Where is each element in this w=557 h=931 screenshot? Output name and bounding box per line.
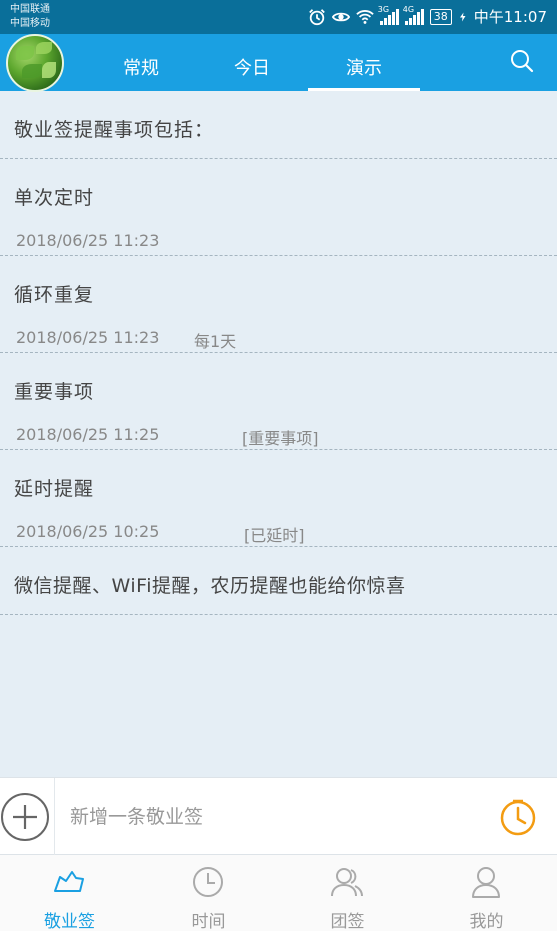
battery-icon: 38 (429, 8, 452, 25)
list-item[interactable]: 单次定时 2018/06/25 11:23 (0, 159, 557, 256)
signal-4g-icon: 4G (403, 5, 424, 25)
item-date: 2018/06/25 10:25 (16, 522, 160, 541)
nav-time[interactable]: 时间 (139, 855, 278, 931)
carrier-info: 中国联通 中国移动 (10, 3, 50, 31)
new-note-input[interactable] (70, 802, 470, 832)
item-title: 延时提醒 (14, 478, 95, 500)
add-icon[interactable] (0, 792, 50, 842)
search-icon[interactable] (509, 48, 535, 74)
list-item[interactable]: 循环重复 2018/06/25 11:23 每1天 (0, 256, 557, 353)
item-title: 重要事项 (14, 381, 95, 403)
clock-time: 中午11:07 (473, 8, 547, 26)
signal-3g-icon: 3G (378, 5, 399, 25)
item-date: 2018/06/25 11:23 (16, 328, 160, 347)
item-title: 循环重复 (14, 284, 95, 306)
tab-demo[interactable]: 演示 (308, 56, 420, 91)
alarm-icon (308, 8, 325, 25)
clock-icon (193, 867, 223, 897)
item-repeat-tag: 每1天 (194, 332, 237, 351)
nav-label: 时间 (191, 912, 226, 931)
item-date: 2018/06/25 11:25 (16, 425, 160, 444)
divider (54, 778, 55, 856)
group-icon (331, 868, 363, 897)
nav-group[interactable]: 团签 (278, 855, 417, 931)
person-icon (472, 867, 500, 898)
bottom-nav: 敬业签 时间 团签 我的 (0, 855, 557, 931)
item-delayed-tag: [已延时] (244, 526, 305, 545)
eye-icon (331, 12, 350, 21)
carrier-2: 中国移动 (10, 18, 50, 29)
list-item[interactable]: 延时提醒 2018/06/25 10:25 [已延时] (0, 450, 557, 547)
nav-label: 敬业签 (44, 912, 95, 931)
new-note-bar (0, 777, 557, 856)
reminder-list: 敬业签提醒事项包括： 单次定时 2018/06/25 11:23 循环重复 20… (0, 91, 557, 615)
app-header: 常规 今日 演示 (0, 34, 557, 92)
nav-label: 我的 (469, 912, 504, 931)
list-item[interactable]: 重要事项 2018/06/25 11:25 [重要事项] (0, 353, 557, 450)
reminder-clock-icon[interactable] (499, 799, 537, 837)
status-icons: 3G 4G 38 中午11:07 (308, 5, 547, 27)
tab-today[interactable]: 今日 (196, 56, 308, 91)
charging-icon (459, 12, 466, 21)
carrier-1: 中国联通 (10, 4, 50, 15)
status-bar: 中国联通 中国移动 3G 4G 38 中午11:07 (0, 0, 557, 34)
nav-jingyeqian[interactable]: 敬业签 (0, 855, 139, 931)
item-important-tag: [重要事项] (242, 429, 319, 448)
intro-row: 敬业签提醒事项包括： (0, 91, 557, 159)
list-item[interactable]: 微信提醒、WiFi提醒，农历提醒也能给你惊喜 (0, 547, 557, 615)
nav-mine[interactable]: 我的 (417, 855, 556, 931)
item-title: 单次定时 (14, 187, 95, 209)
note-icon (54, 871, 84, 892)
nav-label: 团签 (330, 912, 365, 931)
wifi-icon (356, 9, 374, 24)
intro-text: 敬业签提醒事项包括： (14, 119, 215, 141)
item-title: 微信提醒、WiFi提醒，农历提醒也能给你惊喜 (14, 575, 406, 597)
tab-general[interactable]: 常规 (85, 56, 197, 91)
avatar[interactable] (6, 34, 64, 92)
item-date: 2018/06/25 11:23 (16, 231, 160, 250)
